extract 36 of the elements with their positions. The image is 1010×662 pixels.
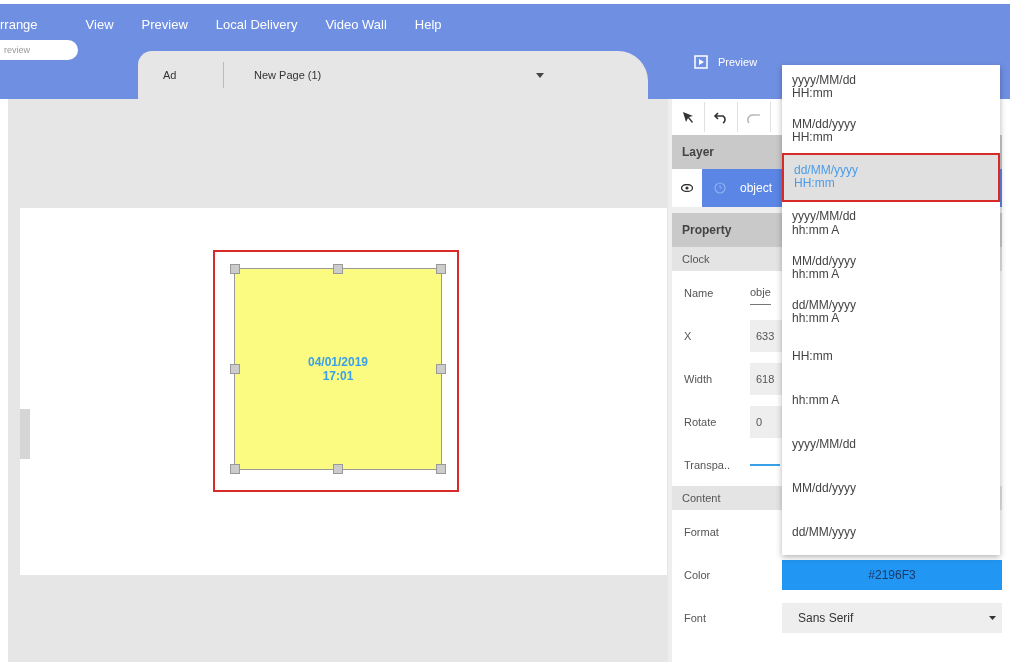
property-label: Color: [683, 568, 712, 581]
resize-handle[interactable]: [230, 364, 240, 374]
property-label: Name: [683, 286, 715, 299]
resize-handle[interactable]: [436, 264, 446, 274]
undo-icon[interactable]: [713, 110, 729, 124]
clock-time: 17:01: [322, 369, 354, 383]
page-select[interactable]: New Page (1): [254, 69, 544, 81]
resize-handle[interactable]: [230, 264, 240, 274]
resize-handle[interactable]: [333, 264, 343, 274]
font-select[interactable]: Sans Serif: [782, 602, 1002, 633]
format-option[interactable]: yyyy/MM/dd HH:mm: [782, 65, 1000, 110]
tab-label[interactable]: Ad: [163, 69, 223, 81]
name-field[interactable]: obje: [750, 280, 771, 305]
resize-handle[interactable]: [436, 364, 446, 374]
search-field[interactable]: review: [0, 39, 78, 60]
color-field[interactable]: #2196F3: [782, 559, 1002, 590]
resize-handle[interactable]: [333, 464, 343, 474]
play-icon: [694, 54, 708, 69]
slider-track[interactable]: [750, 463, 780, 466]
property-label: Font: [683, 611, 707, 624]
clock-icon: [714, 182, 726, 194]
layer-name: object: [740, 181, 773, 195]
caret-icon: [989, 615, 996, 620]
resize-handle[interactable]: [230, 464, 240, 474]
property-label: Width: [683, 372, 714, 385]
property-label: Transpa..: [683, 458, 732, 471]
resize-handle[interactable]: [436, 464, 446, 474]
property-label: Format: [683, 525, 720, 538]
clock-date: 04/01/2019: [307, 355, 369, 369]
panel-handle[interactable]: [20, 409, 30, 459]
format-option[interactable]: dd/MM/yyyy: [782, 510, 1000, 556]
property-label: X: [683, 329, 693, 342]
property-label: Rotate: [683, 415, 718, 428]
pointer-icon[interactable]: [681, 110, 695, 124]
eye-icon[interactable]: [681, 184, 693, 192]
caret-icon: [536, 72, 544, 78]
